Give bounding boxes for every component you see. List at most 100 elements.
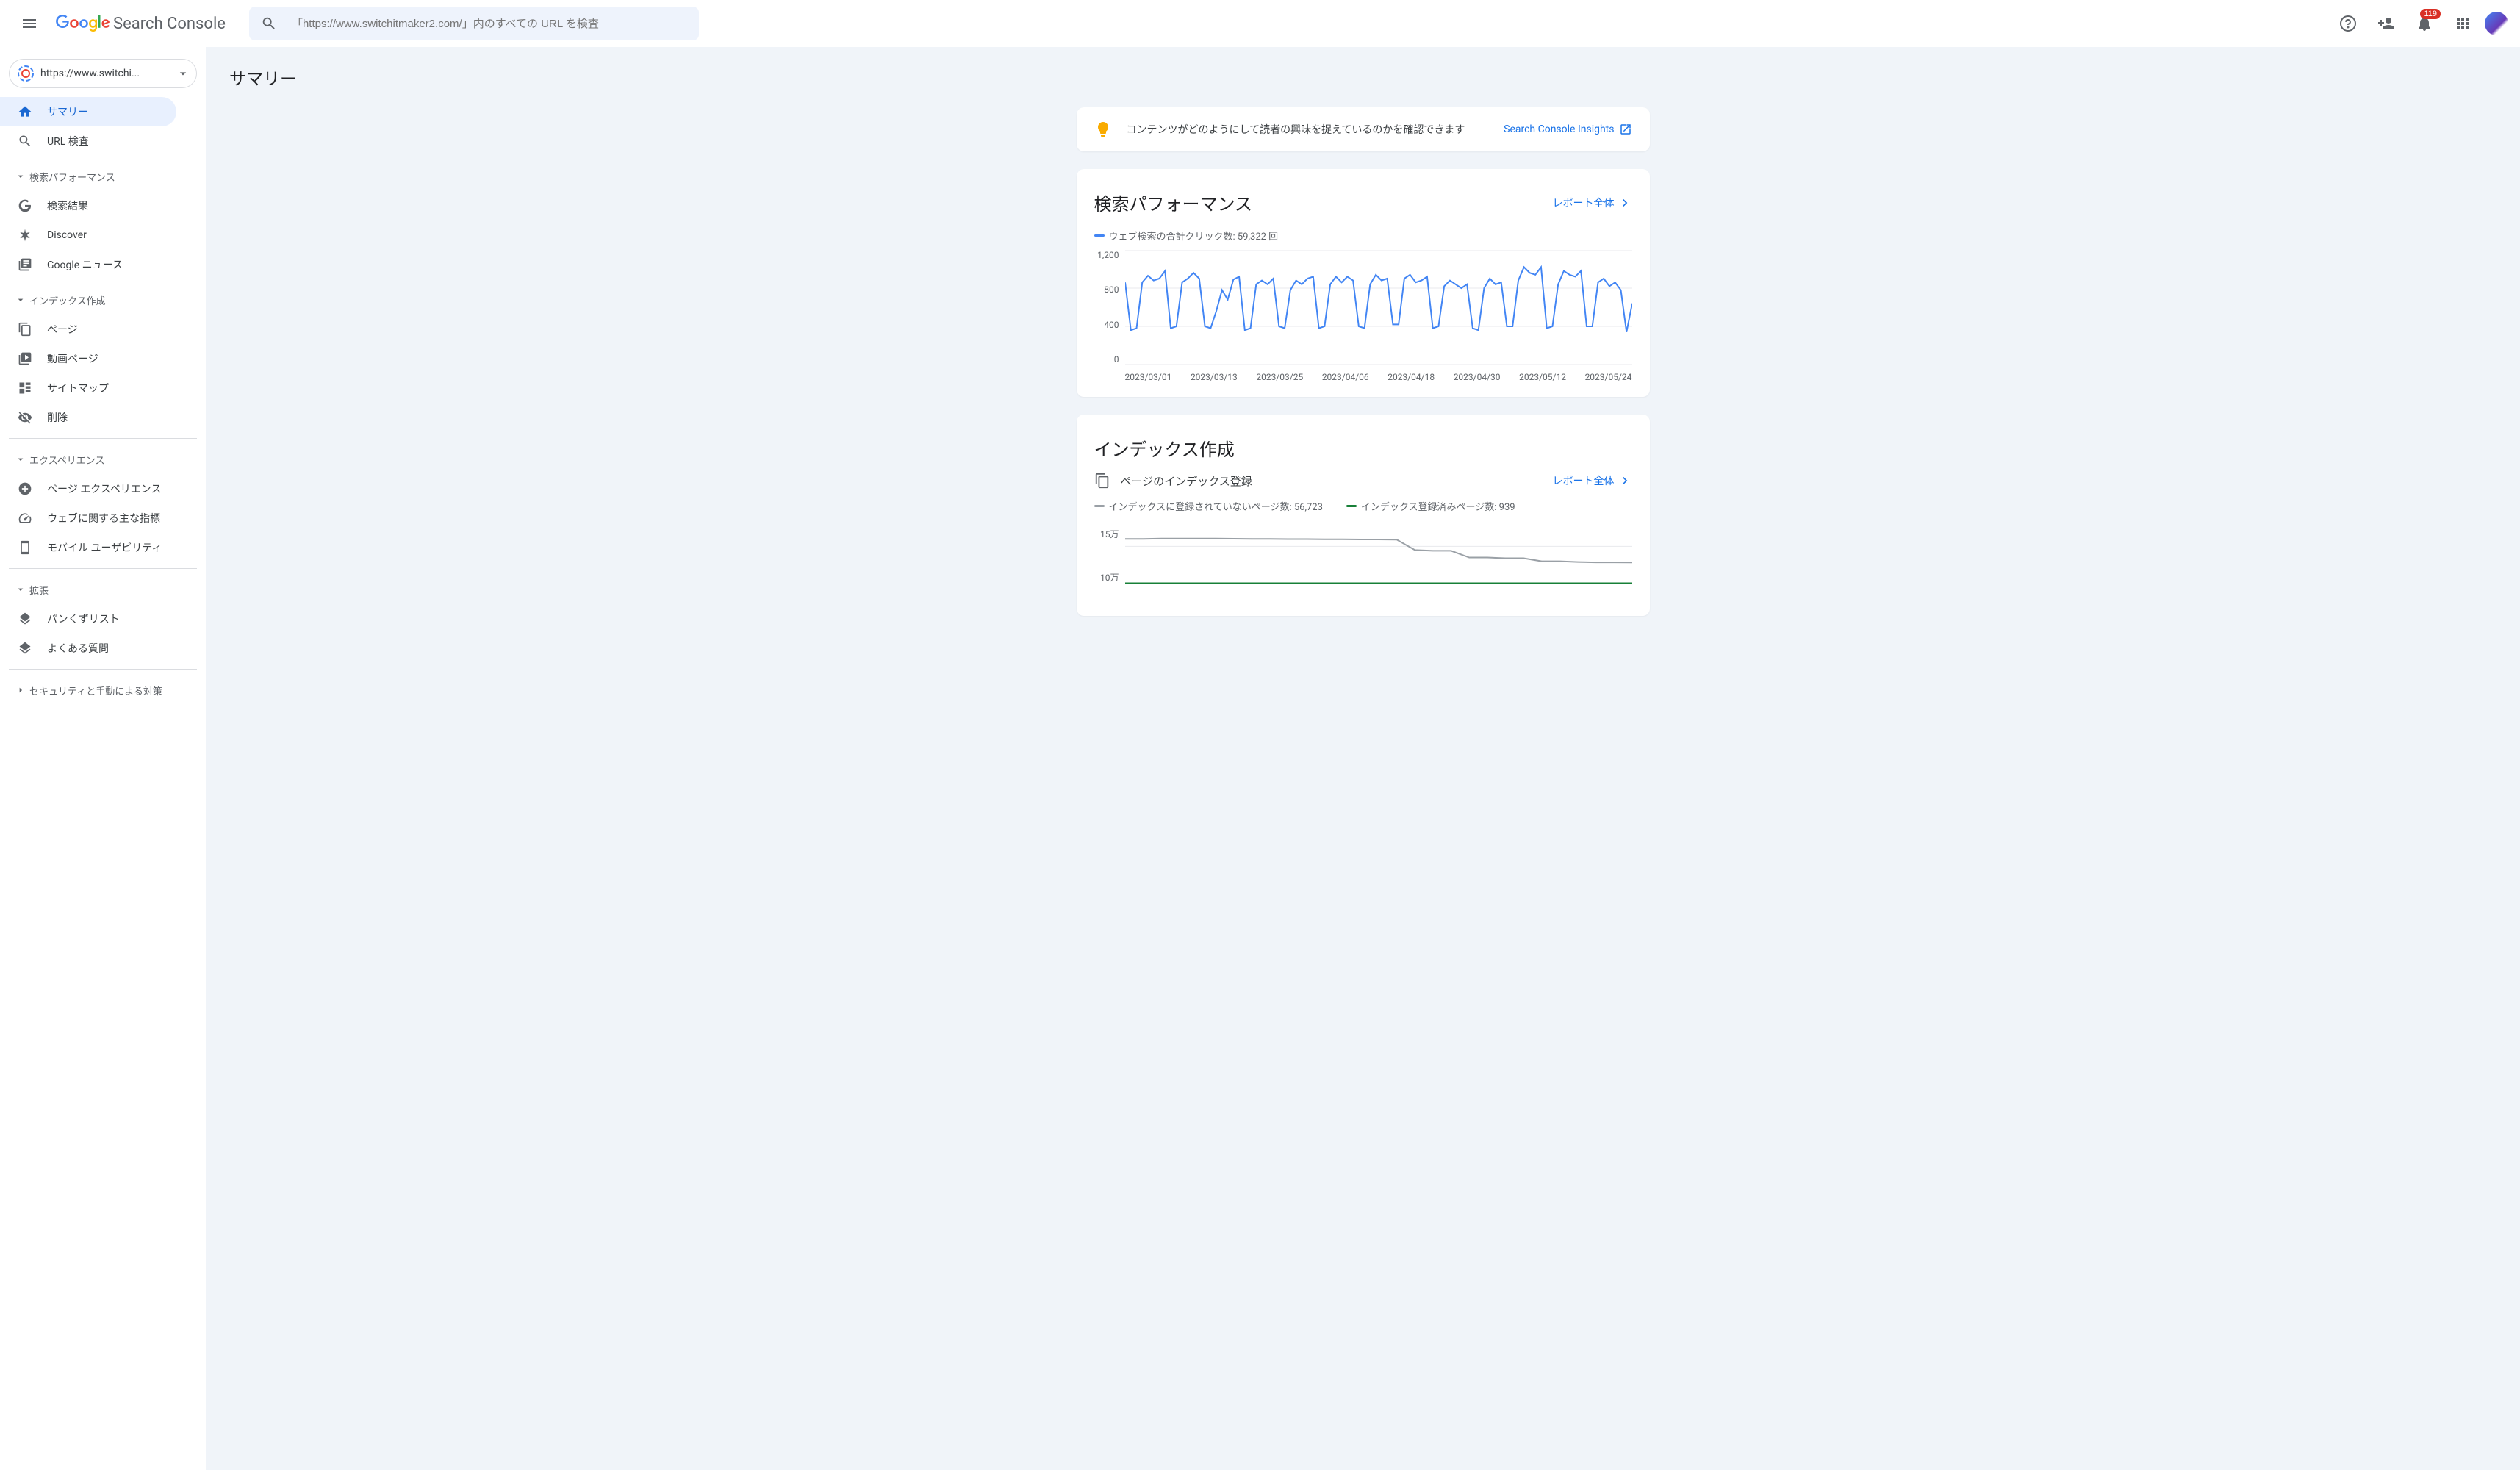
users-button[interactable] (2370, 7, 2402, 40)
app-header: Search Console 119 (0, 0, 2520, 47)
nav-section-experience[interactable]: エクスペリエンス (0, 445, 206, 474)
nav-page-experience[interactable]: ページ エクスペリエンス (0, 474, 176, 503)
logo[interactable]: Search Console (56, 15, 226, 33)
nav-label: Google ニュース (47, 257, 123, 272)
nav-removals[interactable]: 削除 (0, 403, 176, 432)
insights-link[interactable]: Search Console Insights (1504, 123, 1631, 136)
nav-mobile-usability[interactable]: モバイル ユーザビリティ (0, 533, 176, 562)
link-label: レポート全体 (1553, 473, 1615, 488)
nav-sitemaps[interactable]: サイトマップ (0, 373, 176, 403)
visibility-off-icon (18, 410, 32, 425)
property-icon (17, 65, 35, 82)
users-icon (2377, 15, 2395, 32)
nav-section-enhancements[interactable]: 拡張 (0, 575, 206, 604)
nav-label: 動画ページ (47, 351, 98, 366)
chevron-down-icon (15, 453, 26, 465)
section-label: インデックス作成 (29, 293, 106, 307)
section-label: セキュリティと手動による対策 (29, 684, 162, 698)
logo-text: Search Console (113, 15, 226, 33)
search-icon (261, 15, 277, 32)
chevron-down-icon (15, 294, 26, 306)
nav-discover[interactable]: Discover (0, 220, 176, 250)
property-label: https://www.switchi... (40, 68, 170, 79)
performance-card: 検索パフォーマンス レポート全体 ウェブ検索の合計クリック数: 59,322 回… (1077, 169, 1650, 397)
indexing-title: インデックス作成 (1094, 435, 1632, 461)
sitemap-icon (18, 381, 32, 395)
nav-pages[interactable]: ページ (0, 315, 176, 344)
help-button[interactable] (2332, 7, 2364, 40)
nav-search-results[interactable]: 検索結果 (0, 191, 176, 220)
sidebar: https://www.switchi... サマリー URL 検査 検索パフォ… (0, 47, 206, 1470)
nav-section-performance[interactable]: 検索パフォーマンス (0, 162, 206, 191)
nav-label: 検索結果 (47, 198, 88, 213)
nav-breadcrumbs[interactable]: パンくずリスト (0, 604, 176, 634)
indexing-full-report-link[interactable]: レポート全体 (1553, 473, 1632, 488)
legend-label: インデックス登録済みページ数: 939 (1361, 499, 1515, 513)
nav-label: パンくずリスト (47, 612, 120, 626)
legend-label: ウェブ検索の合計クリック数: 59,322 回 (1109, 229, 1279, 243)
hamburger-icon (21, 15, 38, 32)
main-content: サマリー コンテンツがどのようにして読者の興味を捉えているのかを確認できます S… (206, 47, 2520, 1470)
nav-label: よくある質問 (47, 641, 109, 656)
help-icon (2339, 15, 2357, 32)
chevron-right-icon (1618, 473, 1632, 488)
notifications-button[interactable]: 119 (2408, 7, 2441, 40)
dropdown-arrow-icon (176, 66, 190, 81)
nav-label: ウェブに関する主な指標 (47, 511, 160, 526)
performance-legend: ウェブ検索の合計クリック数: 59,322 回 (1094, 229, 1632, 243)
property-selector[interactable]: https://www.switchi... (9, 59, 197, 88)
nav-summary[interactable]: サマリー (0, 97, 176, 126)
notification-badge: 119 (2420, 9, 2441, 19)
legend-swatch (1346, 505, 1357, 507)
nav-label: Discover (47, 229, 87, 241)
indexing-card: インデックス作成 ページのインデックス登録 レポート全体 インデックスに登録され… (1077, 415, 1650, 616)
nav-label: サマリー (47, 104, 88, 119)
page-indexing-label: ページのインデックス登録 (1121, 473, 1543, 489)
nav-video-pages[interactable]: 動画ページ (0, 344, 176, 373)
speed-icon (18, 511, 32, 526)
search-input[interactable] (292, 18, 687, 30)
layers-icon (18, 641, 32, 656)
nav-label: ページ (47, 322, 78, 337)
link-label: レポート全体 (1553, 196, 1615, 210)
apps-grid-icon (2454, 15, 2471, 32)
nav-url-inspect[interactable]: URL 検査 (0, 126, 176, 156)
pages-icon (1094, 473, 1110, 489)
section-label: 拡張 (29, 583, 49, 597)
asterisk-icon (18, 228, 32, 243)
section-label: 検索パフォーマンス (29, 170, 115, 184)
video-icon (18, 351, 32, 366)
link-label: Search Console Insights (1504, 123, 1614, 135)
nav-label: 削除 (47, 410, 68, 425)
pages-icon (18, 322, 32, 337)
menu-button[interactable] (12, 6, 47, 41)
layers-icon (18, 612, 32, 626)
google-logo-icon (56, 15, 110, 32)
nav-faq[interactable]: よくある質問 (0, 634, 176, 663)
nav-google-news[interactable]: Google ニュース (0, 250, 176, 279)
section-label: エクスペリエンス (29, 453, 104, 467)
nav-label: URL 検査 (47, 134, 89, 148)
home-icon (18, 104, 32, 119)
account-avatar[interactable] (2485, 12, 2508, 35)
circle-plus-icon (18, 481, 32, 496)
mobile-icon (18, 540, 32, 555)
performance-chart: 1,2008004000 2023/03/012023/03/132023/03… (1094, 250, 1632, 382)
performance-title: 検索パフォーマンス (1094, 190, 1553, 215)
nav-core-web-vitals[interactable]: ウェブに関する主な指標 (0, 503, 176, 533)
performance-full-report-link[interactable]: レポート全体 (1553, 196, 1632, 210)
apps-button[interactable] (2447, 7, 2479, 40)
insights-text: コンテンツがどのようにして読者の興味を捉えているのかを確認できます (1127, 122, 1490, 137)
legend-swatch (1094, 505, 1105, 507)
divider (9, 568, 197, 569)
legend-label: インデックスに登録されていないページ数: 56,723 (1109, 499, 1323, 513)
lightbulb-icon (1094, 121, 1112, 138)
nav-label: モバイル ユーザビリティ (47, 540, 162, 555)
nav-section-indexing[interactable]: インデックス作成 (0, 285, 206, 315)
nav-section-security[interactable]: セキュリティと手動による対策 (0, 675, 206, 705)
insights-card: コンテンツがどのようにして読者の興味を捉えているのかを確認できます Search… (1077, 107, 1650, 151)
chevron-down-icon (15, 584, 26, 595)
chevron-down-icon (15, 171, 26, 182)
chevron-right-icon (1618, 196, 1632, 210)
search-bar[interactable] (249, 7, 699, 40)
